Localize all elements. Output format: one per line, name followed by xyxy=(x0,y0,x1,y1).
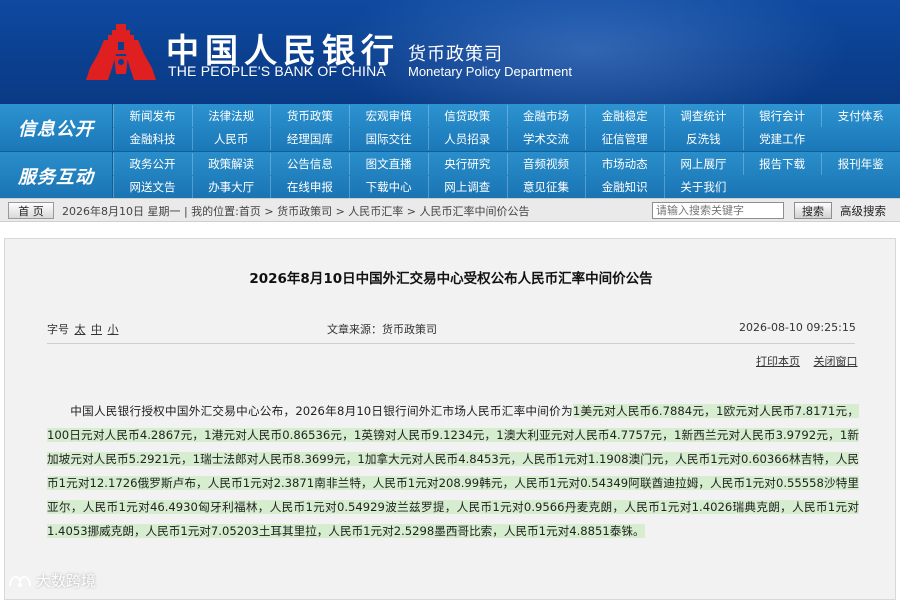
nav-item-row1a-5[interactable]: 金融市场 xyxy=(506,105,585,127)
department-name-cn: 货币政策司 xyxy=(408,44,503,65)
breadcrumb: 2026年8月10日 星期一 | 我的位置:首页 > 货币政策司 > 人民币汇率… xyxy=(62,205,530,218)
print-page-link[interactable]: 打印本页 xyxy=(756,355,800,368)
font-size-medium[interactable]: 中 xyxy=(91,323,102,336)
nav-item-row2a-1[interactable]: 政策解读 xyxy=(191,153,270,175)
article-title: 2026年8月10日中国外汇交易中心受权公布人民币汇率中间价公告 xyxy=(249,271,653,287)
nav-item-row2a-7[interactable]: 网上展厅 xyxy=(663,153,742,175)
nav-item-row1a-9[interactable]: 支付体系 xyxy=(821,105,899,127)
nav-item-row1a-1[interactable]: 法律法规 xyxy=(191,105,270,127)
close-window-link[interactable]: 关闭窗口 xyxy=(814,355,858,368)
nav-item-row1b-6[interactable]: 征信管理 xyxy=(585,128,663,150)
nav-item-row2a-5[interactable]: 音频视频 xyxy=(506,153,585,175)
watermark: 大数跨境 xyxy=(8,570,96,591)
font-size-label: 字号 xyxy=(47,323,69,336)
nav-item-row2a-9[interactable]: 报刊年鉴 xyxy=(821,153,899,175)
nav-item-row1b-0[interactable]: 金融科技 xyxy=(113,128,191,150)
nav-item-row2b-6[interactable]: 金融知识 xyxy=(585,176,663,198)
home-button[interactable]: 首 页 xyxy=(8,202,54,219)
nav-item-row2a-2[interactable]: 公告信息 xyxy=(270,153,348,175)
search-input[interactable] xyxy=(652,202,784,219)
font-size-large[interactable]: 太 xyxy=(75,323,86,336)
nav-item-row2b-7[interactable]: 关于我们 xyxy=(663,176,742,198)
nav-item-row1a-7[interactable]: 调查统计 xyxy=(663,105,742,127)
breadcrumb-bar: 首 页 2026年8月10日 星期一 | 我的位置:首页 > 货币政策司 > 人… xyxy=(0,198,900,222)
nav-item-row2a-4[interactable]: 央行研究 xyxy=(427,153,506,175)
nav-item-row2a-3[interactable]: 图文直播 xyxy=(349,153,427,175)
nav-item-row1b-3[interactable]: 国际交往 xyxy=(349,128,427,150)
nav-section-label-service[interactable]: 服务互动 xyxy=(0,152,113,199)
article-body: 中国人民银行授权中国外汇交易中心公布，2026年8月10日银行间外汇市场人民币汇… xyxy=(47,399,859,543)
nav-item-row1b-4[interactable]: 人员招录 xyxy=(427,128,506,150)
article-body-rates: 1美元对人民币6.7884元，1欧元对人民币7.8171元，100日元对人民币4… xyxy=(47,404,859,538)
nav-item-row2a-6[interactable]: 市场动态 xyxy=(585,153,663,175)
article-meta: 字号 太 中 小 文章来源：货币政策司 2026-08-10 09:25:15 xyxy=(5,321,897,337)
article-panel: 2026年8月10日中国外汇交易中心受权公布人民币汇率中间价公告 字号 太 中 … xyxy=(4,238,896,600)
nav-item-row1a-3[interactable]: 宏观审慎 xyxy=(349,105,427,127)
nav-grid-info: 新闻发布 法律法规 货币政策 宏观审慎 信贷政策 金融市场 金融稳定 调查统计 银行会计 支付体系… xyxy=(113,104,900,151)
nav-item-row1b-8[interactable]: 党建工作 xyxy=(742,128,821,150)
main-nav: 信息公开 新闻发布 法律法规 货币政策 宏观审慎 信贷政策 金融市场 金融稳定 调查统计 银行会… xyxy=(0,104,900,199)
article-body-intro: 中国人民银行授权中国外汇交易中心公布，2026年8月10日银行间外汇市场人民币汇… xyxy=(70,404,573,418)
nav-item-row1b-1[interactable]: 人民币 xyxy=(191,128,270,150)
nav-item-row2b-0[interactable]: 网送文告 xyxy=(113,176,191,198)
watermark-text: 大数跨境 xyxy=(36,572,97,590)
nav-item-row1b-7[interactable]: 反洗钱 xyxy=(663,128,742,150)
nav-item-row2b-4[interactable]: 网上调查 xyxy=(427,176,506,198)
nav-item-row1a-6[interactable]: 金融稳定 xyxy=(585,105,663,127)
nav-item-row1a-4[interactable]: 信贷政策 xyxy=(427,105,506,127)
font-size-small[interactable]: 小 xyxy=(108,323,119,336)
nav-item-row2b-2[interactable]: 在线申报 xyxy=(270,176,348,198)
pboc-emblem-icon xyxy=(86,24,156,80)
nav-item-row2b-1[interactable]: 办事大厅 xyxy=(191,176,270,198)
nav-item-row2b-3[interactable]: 下载中心 xyxy=(349,176,427,198)
advanced-search-link[interactable]: 高级搜索 xyxy=(840,203,886,219)
nav-item-row2b-5[interactable]: 意见征集 xyxy=(506,176,585,198)
nav-item-row2a-8[interactable]: 报告下载 xyxy=(742,153,821,175)
nav-item-row1b-5[interactable]: 学术交流 xyxy=(506,128,585,150)
nav-section-info: 信息公开 新闻发布 法律法规 货币政策 宏观审慎 信贷政策 金融市场 金融稳定 调查统计 银行会… xyxy=(0,104,900,151)
article-source: 文章来源：货币政策司 xyxy=(327,323,437,336)
nav-grid-service: 政务公开 政策解读 公告信息 图文直播 央行研究 音频视频 市场动态 网上展厅 报告下载 报刊年鉴… xyxy=(113,152,900,199)
nav-item-row1a-0[interactable]: 新闻发布 xyxy=(113,105,191,127)
nav-item-row1a-8[interactable]: 银行会计 xyxy=(742,105,821,127)
bank-name-en: THE PEOPLE'S BANK OF CHINA xyxy=(168,63,386,79)
article-tools: 打印本页 关闭窗口 xyxy=(746,353,858,369)
nav-item-row1a-2[interactable]: 货币政策 xyxy=(270,105,348,127)
nav-section-service: 服务互动 政务公开 政策解读 公告信息 图文直播 央行研究 音频视频 市场动态 网上展厅 报告下… xyxy=(0,151,900,199)
article-datetime: 2026-08-10 09:25:15 xyxy=(739,321,856,334)
nav-item-row1b-2[interactable]: 经理国库 xyxy=(270,128,348,150)
department-name-en: Monetary Policy Department xyxy=(408,64,573,79)
font-size-control: 字号 太 中 小 xyxy=(47,321,119,337)
nav-item-row2a-0[interactable]: 政务公开 xyxy=(113,153,191,175)
site-header: 中国人民银行 THE PEOPLE'S BANK OF CHINA 货币政策司 … xyxy=(0,0,900,104)
watermark-logo-icon xyxy=(9,575,31,587)
search-button[interactable]: 搜索 xyxy=(794,202,832,219)
meta-divider xyxy=(47,343,855,344)
nav-section-label-info[interactable]: 信息公开 xyxy=(0,104,113,151)
